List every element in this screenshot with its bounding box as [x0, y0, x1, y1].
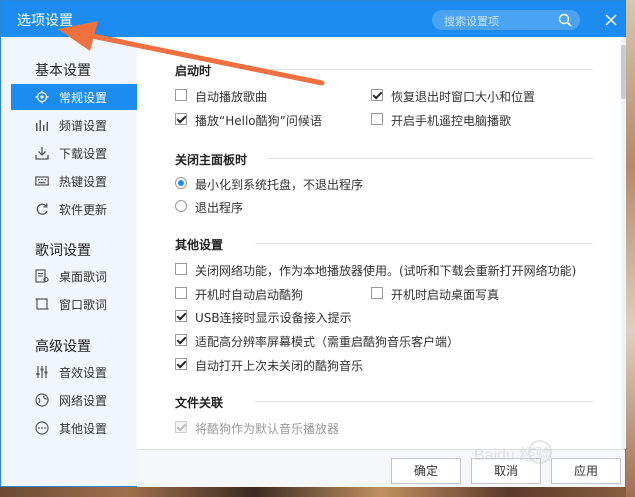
equalizer-icon: [36, 366, 48, 378]
desktop-lyrics-icon: [35, 269, 49, 283]
option-label: 最小化到系统托盘，不退出程序: [195, 178, 364, 192]
settings-content: 启动时 自动播放歌曲 恢复退出时窗口大小和位置 播放“Hello酷狗”问候语 开…: [137, 37, 623, 486]
option-label: 关闭网络功能，作为本地播放器使用。(试听和下载会重新打开网络功能): [195, 264, 577, 278]
radio-button-selected[interactable]: [175, 177, 187, 189]
section-title-startup: 启动时: [175, 64, 212, 78]
checkbox-box-disabled[interactable]: [175, 421, 187, 433]
sidebar-item-label: 下载设置: [59, 147, 108, 161]
sidebar-item-sound-effects[interactable]: 音效设置: [11, 359, 137, 385]
section-divider: [255, 243, 593, 244]
section-title-other: 其他设置: [175, 238, 224, 252]
search-placeholder: 搜索设置项: [444, 15, 499, 28]
section-divider: [267, 158, 593, 159]
option-label: 退出程序: [195, 201, 244, 215]
download-icon: [35, 147, 49, 160]
option-label: 将酷狗作为默认音乐播放器: [195, 422, 340, 436]
ok-button[interactable]: 确定: [391, 458, 461, 484]
search-icon[interactable]: [558, 13, 572, 27]
scrollbar-thumb[interactable]: [621, 45, 626, 99]
sidebar-item-general[interactable]: 常规设置: [11, 84, 137, 110]
checkbox-box-checked[interactable]: [371, 89, 383, 101]
sidebar-item-label: 桌面歌词: [59, 270, 108, 284]
gear-icon: [35, 90, 49, 104]
sidebar-item-window-lyrics[interactable]: 窗口歌词: [11, 291, 137, 317]
sidebar-item-label: 网络设置: [59, 394, 108, 408]
sidebar-item-label: 热键设置: [59, 175, 108, 189]
sidebar-item-label: 软件更新: [59, 203, 108, 217]
window-title: 选项设置: [17, 13, 73, 29]
option-label: 自动打开上次未关闭的酷狗音乐: [195, 359, 364, 373]
sidebar-item-download[interactable]: 下载设置: [11, 140, 137, 166]
spectrum-icon: [36, 120, 48, 131]
title-bar: 选项设置 搜索设置项: [1, 1, 625, 37]
section-title-close-panel: 关闭主面板时: [175, 153, 248, 167]
sidebar-item-label: 窗口歌词: [59, 298, 108, 312]
checkbox-box[interactable]: [371, 287, 383, 299]
sidebar-item-label: 音效设置: [59, 366, 108, 380]
sidebar-group-advanced: 高级设置: [35, 339, 91, 355]
checkbox-box[interactable]: [175, 263, 187, 275]
cancel-button[interactable]: 取消: [471, 458, 541, 484]
window-lyrics-icon: [35, 298, 49, 310]
keyboard-icon: [35, 176, 49, 186]
checkbox-box-checked[interactable]: [175, 113, 187, 125]
sidebar-item-spectrum[interactable]: 频谱设置: [11, 112, 137, 138]
sidebar-item-hotkey[interactable]: 热键设置: [11, 168, 137, 194]
checkbox-box-checked[interactable]: [175, 334, 187, 346]
sidebar-item-other[interactable]: 其他设置: [11, 415, 137, 441]
option-label: 播放“Hello酷狗”问候语: [195, 114, 322, 128]
sidebar-item-desktop-lyrics[interactable]: 桌面歌词: [11, 263, 137, 289]
update-icon: [36, 203, 48, 215]
section-divider: [247, 69, 593, 70]
close-icon[interactable]: [601, 10, 621, 30]
search-box[interactable]: 搜索设置项: [432, 10, 580, 30]
sidebar-item-label: 其他设置: [59, 422, 108, 436]
option-label: 开启手机遥控电脑播歌: [391, 114, 512, 128]
network-icon: [35, 393, 49, 407]
sidebar-group-lyrics: 歌词设置: [35, 243, 91, 259]
settings-window: 选项设置 搜索设置项 基本设置 常规设置 频谱设置 下载设置 热键设置 软件更新…: [0, 0, 626, 487]
checkbox-box-checked[interactable]: [175, 358, 187, 370]
sidebar-item-network[interactable]: 网络设置: [11, 387, 137, 413]
background-strip-right: [626, 0, 635, 497]
radio-button[interactable]: [175, 200, 187, 212]
checkbox-box[interactable]: [175, 89, 187, 101]
apply-button[interactable]: 应用: [551, 458, 621, 484]
option-label: 适配高分辨率屏幕模式（需重启酷狗音乐客户端）: [195, 335, 460, 349]
checkbox-box[interactable]: [371, 113, 383, 125]
checkbox-box[interactable]: [175, 287, 187, 299]
more-icon: [35, 421, 49, 435]
option-label: USB连接时显示设备接入提示: [195, 311, 352, 325]
checkbox-box-checked[interactable]: [175, 310, 187, 322]
background-strip-bottom: [0, 486, 635, 497]
sidebar-group-basic: 基本设置: [35, 63, 91, 79]
option-label: 恢复退出时窗口大小和位置: [391, 90, 536, 104]
option-label: 自动播放歌曲: [195, 90, 268, 104]
sidebar: 基本设置 常规设置 频谱设置 下载设置 热键设置 软件更新 歌词设置 桌面歌词: [1, 37, 137, 486]
sidebar-item-label: 频谱设置: [59, 119, 108, 133]
sidebar-item-label: 常规设置: [59, 91, 108, 105]
option-label: 开机时自动启动酷狗: [195, 288, 304, 302]
option-label: 开机时启动桌面写真: [391, 288, 500, 302]
section-title-file-assoc: 文件关联: [175, 396, 224, 410]
section-divider: [255, 401, 593, 402]
sidebar-item-update[interactable]: 软件更新: [11, 196, 137, 222]
